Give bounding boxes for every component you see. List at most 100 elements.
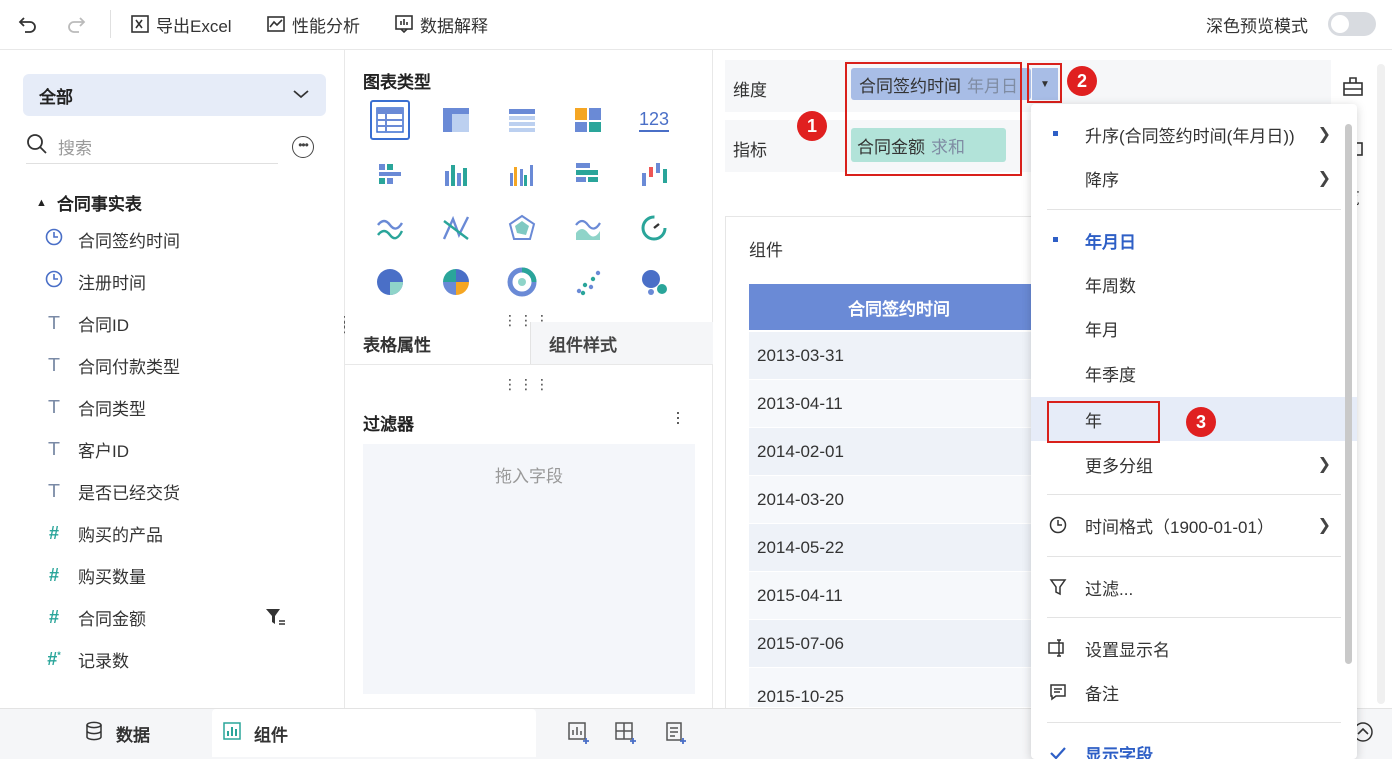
performance-analysis-button[interactable]: 性能分析: [266, 10, 360, 38]
filter-drop-zone[interactable]: 拖入字段: [363, 444, 695, 694]
chevron-right-icon: ❯: [1317, 456, 1331, 473]
chart-config-panel: 图表类型 123 ⋮⋮⋮ 表格属性 组件样式 ⋮⋮⋮ 过滤器 · · · 拖入字…: [345, 50, 713, 708]
field-item[interactable]: T 合同ID: [44, 309, 130, 337]
selected-dot-icon: [1053, 131, 1058, 136]
field-item[interactable]: # 购买数量: [44, 561, 146, 589]
tab-data[interactable]: 数据: [22, 709, 212, 757]
data-explain-label: 数据解释: [420, 16, 488, 36]
text-type-icon: T: [48, 354, 60, 376]
menu-divider: [1047, 722, 1341, 723]
scatter-chart-icon[interactable]: [568, 262, 608, 302]
kpi-number-icon[interactable]: 123: [634, 100, 674, 140]
table-row: 2014-02-01: [749, 428, 1049, 476]
menu-item-more-group[interactable]: 更多分组 ❯: [1031, 442, 1357, 486]
tab-component[interactable]: 组件: [212, 709, 536, 757]
chevron-right-icon: ❯: [1317, 126, 1331, 143]
field-item[interactable]: 注册时间: [44, 267, 146, 295]
section-resize-handle[interactable]: ⋮⋮⋮: [503, 376, 551, 393]
field-item[interactable]: # 购买的产品: [44, 519, 163, 547]
data-explain-icon: [395, 15, 413, 34]
gauge-chart-icon[interactable]: [634, 208, 674, 248]
waterfall-chart-icon[interactable]: [634, 154, 674, 194]
tab-table-properties[interactable]: 表格属性: [363, 322, 528, 364]
filter-icon: [1047, 576, 1069, 598]
export-excel-button[interactable]: 导出Excel: [130, 10, 232, 38]
field-item[interactable]: # 合同金额: [44, 603, 146, 631]
field-item[interactable]: T 合同付款类型: [44, 351, 181, 379]
rose-pie-chart-icon[interactable]: [436, 262, 476, 302]
field-item[interactable]: 合同签约时间: [44, 225, 180, 253]
detail-table-icon[interactable]: [502, 100, 542, 140]
editor-scrollbar[interactable]: [1377, 64, 1385, 704]
field-item[interactable]: T 是否已经交货: [44, 477, 181, 505]
excel-icon: [131, 15, 149, 33]
field-item[interactable]: #* 记录数: [44, 645, 129, 673]
add-report-icon[interactable]: [664, 721, 688, 750]
table-chart-icon[interactable]: [370, 100, 410, 140]
menu-item-note[interactable]: 备注: [1031, 670, 1357, 714]
component-label: 组件: [749, 241, 783, 260]
field-item[interactable]: T 合同类型: [44, 393, 147, 421]
table-column-header[interactable]: 合同签约时间: [749, 284, 1049, 330]
menu-item-time-format[interactable]: 时间格式（1900-01-01） ❯: [1031, 503, 1357, 547]
bubble-chart-icon[interactable]: [634, 262, 674, 302]
selected-dot-icon: [1053, 237, 1058, 242]
menu-divider: [1047, 494, 1341, 495]
filter-applied-icon[interactable]: [264, 606, 286, 633]
annotation-box-2: [1027, 63, 1062, 103]
field-search-input[interactable]: 搜索: [26, 130, 278, 164]
field-label: 客户ID: [78, 441, 129, 461]
layout-icon[interactable]: [1331, 64, 1375, 108]
line-chart-icon[interactable]: [370, 208, 410, 248]
table-name: 合同事实表: [56, 195, 142, 214]
menu-item-show-field[interactable]: 显示字段: [1031, 731, 1357, 759]
menu-item-sort-asc[interactable]: 升序(合同签约时间(年月日)) ❯: [1031, 112, 1357, 156]
horizontal-bar-icon[interactable]: [568, 154, 608, 194]
menu-item-year-week[interactable]: 年周数: [1031, 262, 1357, 306]
table-row: 2014-05-22: [749, 524, 1049, 572]
field-item[interactable]: T 客户ID: [44, 435, 130, 463]
redo-icon[interactable]: [66, 10, 86, 38]
search-placeholder: 搜索: [58, 139, 92, 158]
multi-bar-chart-icon[interactable]: [502, 154, 542, 194]
menu-item-year-month[interactable]: 年月: [1031, 306, 1357, 350]
text-type-icon: T: [48, 312, 60, 334]
crosstab-chart-icon[interactable]: [436, 100, 476, 140]
component-chart-icon: [222, 721, 242, 746]
dashboard-card-icon[interactable]: [568, 100, 608, 140]
menu-item-year-month-day[interactable]: 年月日: [1031, 218, 1357, 262]
more-options-icon[interactable]: •••: [292, 136, 314, 158]
undo-icon[interactable]: [18, 10, 38, 38]
table-row: 2015-07-06: [749, 620, 1049, 668]
pie-chart-icon[interactable]: [370, 262, 410, 302]
note-icon: [1047, 681, 1069, 703]
table-scope-select[interactable]: 全部: [23, 74, 326, 116]
chevron-right-icon: ❯: [1317, 170, 1331, 187]
radar-chart-icon[interactable]: [502, 208, 542, 248]
menu-item-year-quarter[interactable]: 年季度: [1031, 351, 1357, 395]
donut-chart-icon[interactable]: [502, 262, 542, 302]
add-dashboard-icon[interactable]: [614, 721, 638, 750]
table-group-header[interactable]: ▲ 合同事实表: [36, 190, 142, 215]
database-icon: [84, 721, 104, 746]
add-component-icon[interactable]: [567, 721, 591, 750]
menu-item-sort-desc[interactable]: 降序 ❯: [1031, 156, 1357, 200]
filter-more-icon[interactable]: · · ·: [675, 403, 681, 431]
dimension-context-menu: 升序(合同签约时间(年月日)) ❯ 降序 ❯ 年月日 年周数 年月 年季度 年 …: [1031, 104, 1357, 759]
clock-icon: [1047, 514, 1069, 536]
record-count-icon: #*: [47, 648, 61, 669]
text-type-icon: T: [48, 396, 60, 418]
grouped-table-icon[interactable]: [370, 154, 410, 194]
chevron-down-icon: [292, 85, 310, 105]
area-chart-icon[interactable]: [568, 208, 608, 248]
menu-item-set-display-name[interactable]: 设置显示名: [1031, 626, 1357, 670]
menu-item-filter[interactable]: 过滤...: [1031, 565, 1357, 609]
table-scope-value: 全部: [39, 87, 73, 107]
data-field-panel: 全部 搜索 ••• ▲ 合同事实表 合同签约时间 注册时间 T 合同ID T 合…: [0, 50, 345, 708]
scatter-line-icon[interactable]: [436, 208, 476, 248]
data-explain-button[interactable]: 数据解释: [394, 10, 488, 38]
menu-scrollbar[interactable]: [1345, 124, 1352, 664]
bar-chart-icon[interactable]: [436, 154, 476, 194]
dark-preview-toggle[interactable]: [1328, 12, 1376, 36]
tab-component-style[interactable]: 组件样式: [530, 322, 713, 364]
